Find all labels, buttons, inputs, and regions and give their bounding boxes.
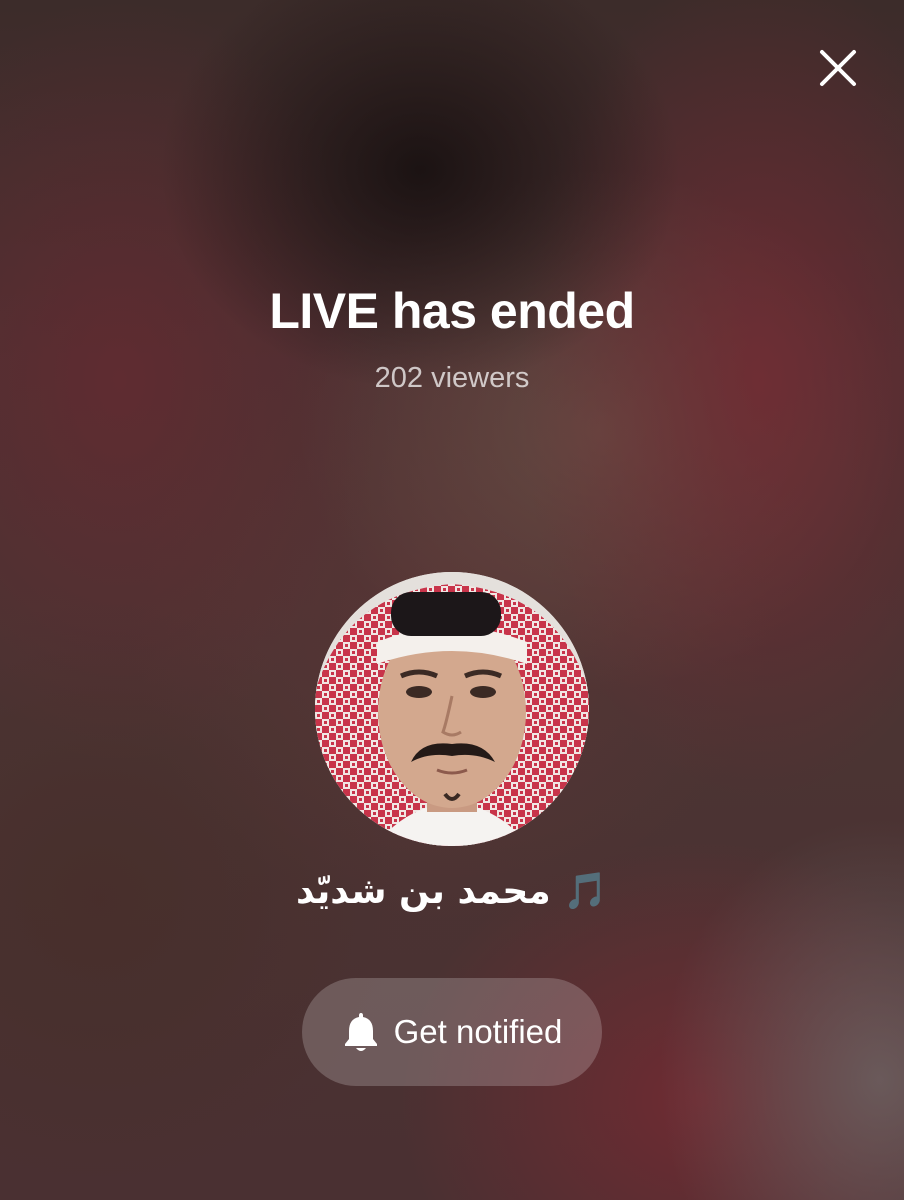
get-notified-button[interactable]: Get notified: [302, 978, 602, 1086]
close-button[interactable]: [816, 46, 860, 90]
avatar[interactable]: [315, 572, 589, 846]
bell-icon: [344, 1013, 377, 1051]
get-notified-label: Get notified: [393, 1013, 563, 1050]
host-username: محمد بن شديّد 🎵: [295, 871, 608, 912]
close-icon: [820, 50, 856, 86]
viewer-count: 202 viewers: [374, 362, 530, 394]
profile-photo: [315, 572, 589, 846]
live-ended-title: LIVE has ended: [269, 283, 635, 339]
